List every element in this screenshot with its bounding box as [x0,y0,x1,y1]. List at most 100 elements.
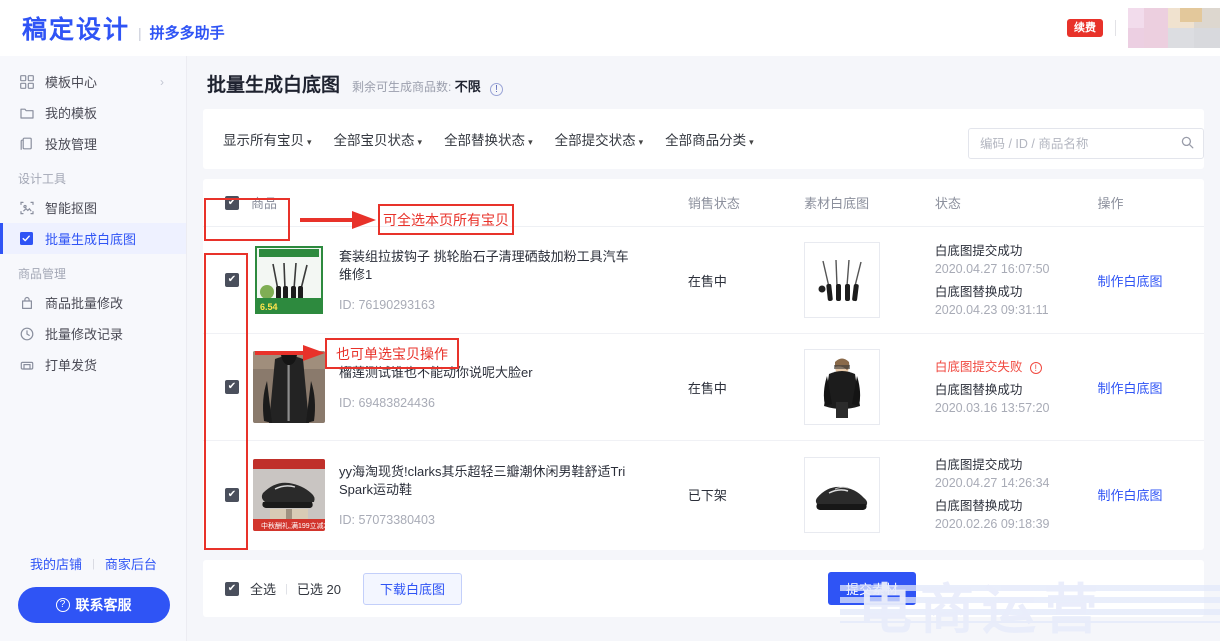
chevron-down-icon: ▾ [749,137,754,147]
action-cell: 制作白底图 [1098,485,1205,504]
filter-label: 全部商品分类 [665,133,747,148]
select-all-checkbox[interactable]: ✔ [225,581,239,596]
chevron-right-icon: › [160,74,164,89]
search-icon[interactable] [1181,136,1194,152]
filter-label: 显示所有宝贝 [223,133,304,148]
info-circle-icon[interactable]: ! [490,83,504,96]
status-line-fail: 白底图提交失败 ! [935,358,1098,376]
page-subtitle: 剩余可生成商品数: 不限 ! [352,76,504,96]
brand-name: 稿定设计 [22,15,131,44]
products-table: ✔ 商品 销售状态 素材白底图 状态 操作 ✔ 6.54 套装组拉拔钩子 挑轮胎… [203,179,1204,550]
bottom-action-bar: ✔ 全选 | 已选 20 下载白底图 提交素材 [203,560,1204,617]
top-bar-divider [1115,20,1116,36]
black-sneaker-thumb[interactable]: 中秋酬礼,满199立减30 [253,458,325,531]
avatar[interactable] [1128,8,1220,48]
batch-image-icon [18,230,35,247]
sidebar-item-label: 打单发货 [45,358,98,373]
wrench-tools-white-bg[interactable] [804,242,881,318]
table-row: ✔ 中秋酬礼,满199立减30 yy海淘现货!clarks其乐超轻三瓣潮休闲男鞋… [203,441,1204,548]
chevron-down-icon: ▾ [417,137,423,147]
bag-icon [18,294,35,311]
warning-circle-icon[interactable]: ! [1029,361,1042,374]
status-cell: 白底图提交成功 2020.04.27 14:26:34 白底图替换成功 2020… [935,456,1098,533]
my-shop-link[interactable]: 我的店铺 [30,554,82,573]
bottom-bar-divider: | [285,582,288,595]
table-header-product-label: 商品 [251,196,278,211]
sidebar-item-my-templates[interactable]: 我的模板 [0,97,186,128]
brand[interactable]: 稿定设计 | 拼多多助手 [22,10,225,46]
printer-icon [18,356,35,373]
status-line: 白底图替换成功 [934,284,1023,299]
sidebar-item-delivery-management[interactable]: 投放管理 [0,128,186,159]
black-coat-white-bg[interactable] [804,349,881,425]
make-white-bg-link[interactable]: 制作白底图 [1098,274,1163,289]
table-header-sale-status: 销售状态 [687,196,740,211]
merchant-backend-link[interactable]: 商家后台 [105,554,157,573]
filter-product-category[interactable]: 全部商品分类 ▾ [665,129,754,149]
black-sneaker-white-bg[interactable] [804,456,881,533]
cutout-icon [18,199,35,216]
status-time: 2020.04.27 14:26:34 [934,476,1050,490]
search-box[interactable] [968,128,1204,159]
sidebar-item-label: 批量生成白底图 [45,232,137,247]
check-icon: ✔ [227,381,237,392]
shop-links-divider: | [92,557,95,570]
sidebar-item-batch-white-bg[interactable]: 批量生成白底图 [0,223,186,254]
sidebar-item-print-ship[interactable]: 打单发货 [0,349,186,380]
grid-icon [18,73,35,90]
row-checkbox[interactable]: ✔ [225,273,239,287]
table-header-product: ✔ 商品 [203,193,688,212]
search-input[interactable] [978,135,1181,152]
table-header-material: 素材白底图 [804,196,870,211]
page-subtitle-prefix: 剩余可生成商品数: [352,80,452,94]
sidebar: 模板中心 › 我的模板 投放管理 设计工具 智能抠图 批量生成白底图 商品管理 … [0,56,187,641]
material-cell [804,456,935,533]
table-header-row: ✔ 商品 销售状态 素材白底图 状态 操作 [203,179,1204,227]
filter-item-status[interactable]: 全部宝贝状态 ▾ [334,129,423,149]
product-cell: ✔ 中秋酬礼,满199立减30 yy海淘现货!clarks其乐超轻三瓣潮休闲男鞋… [203,458,688,531]
page-title: 批量生成白底图 [207,75,341,96]
filter-show-all-items[interactable]: 显示所有宝贝 ▾ [223,129,312,149]
status-cell: 白底图提交成功 2020.04.27 16:07:50 白底图替换成功 2020… [935,242,1098,319]
copy-icon [18,135,35,152]
status-time: 2020.04.23 09:31:11 [934,302,1049,317]
table-row: ✔ 榴莲测试谁也不能动你说呢大脸er ID: 69483824436 在售中 白… [203,334,1204,441]
filter-replace-status[interactable]: 全部替换状态 ▾ [444,129,533,149]
sidebar-item-smart-cutout[interactable]: 智能抠图 [0,192,186,223]
make-white-bg-link[interactable]: 制作白底图 [1098,381,1163,396]
contact-support-label: 联系客服 [75,597,132,613]
download-white-bg-button[interactable]: 下载白底图 [362,572,462,605]
sidebar-item-template-center[interactable]: 模板中心 › [0,66,186,97]
product-id: ID: 69483824436 [339,396,435,410]
row-checkbox[interactable]: ✔ [225,380,239,394]
status-line: 白底图提交成功 [934,458,1023,472]
renew-button[interactable]: 续费 [1067,18,1103,38]
main-content: 批量生成白底图 剩余可生成商品数: 不限 ! 显示所有宝贝▾ 全部宝贝状态▾ [187,56,1220,641]
chevron-down-icon: ▾ [307,137,312,147]
sidebar-item-edit-history[interactable]: 批量修改记录 [0,318,186,349]
make-white-bg-link[interactable]: 制作白底图 [1098,488,1163,503]
page-subtitle-value: 不限 [454,79,481,94]
folder-icon [18,104,35,121]
sale-status-value: 在售中 [687,380,727,396]
wrench-tools-thumb[interactable]: 6.54 [253,244,325,316]
status-cell: 白底图提交失败 ! 白底图替换成功 2020.03.16 13:57:20 [935,358,1098,417]
contact-support-button[interactable]: ? 联系客服 [17,587,170,623]
black-coat-thumb[interactable] [253,351,325,423]
product-id: ID: 57073380403 [339,512,435,527]
submit-material-button[interactable]: 提交素材 [827,572,916,605]
svg-text:6.54: 6.54 [260,302,278,312]
sidebar-item-batch-edit-goods[interactable]: 商品批量修改 [0,287,186,318]
row-checkbox[interactable]: ✔ [225,487,239,502]
top-bar: 稿定设计 | 拼多多助手 续费 [0,0,1220,56]
check-icon: ✔ [227,274,237,285]
select-all-header-checkbox[interactable]: ✔ [225,195,239,210]
product-info: yy海淘现货!clarks其乐超轻三瓣潮休闲男鞋舒适Tri Spark运动鞋 I… [339,463,639,527]
sidebar-item-label: 投放管理 [45,137,98,152]
sidebar-item-label: 智能抠图 [45,201,98,216]
product-cell: ✔ 榴莲测试谁也不能动你说呢大脸er ID: 69483824436 [203,351,688,423]
sidebar-shop-links: 我的店铺 | 商家后台 [0,554,187,573]
filter-submit-status[interactable]: 全部提交状态 ▾ [555,129,644,149]
status-line: 白底图替换成功 [934,382,1023,397]
check-icon: ✔ [227,196,237,208]
